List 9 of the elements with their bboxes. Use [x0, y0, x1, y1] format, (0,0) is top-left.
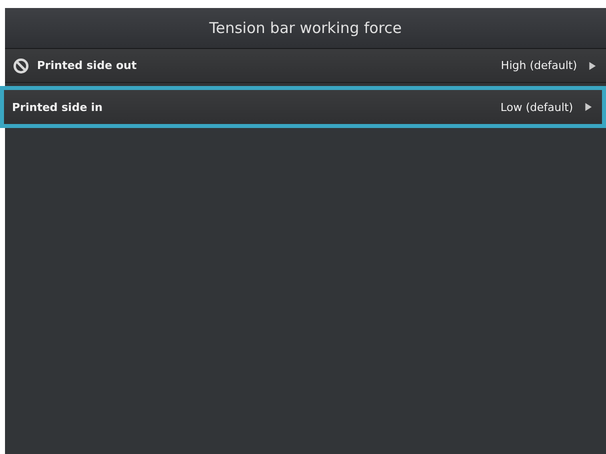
- window-title: Tension bar working force: [209, 19, 402, 37]
- option-row[interactable]: Printed side out High (default): [5, 49, 606, 83]
- option-label: Printed side out: [37, 59, 138, 72]
- arrow-right-icon: [585, 103, 592, 111]
- option-value: High (default): [500, 59, 577, 72]
- option-row[interactable]: Printed side in Low (default): [0, 86, 606, 128]
- option-value: Low (default): [500, 100, 573, 114]
- arrow-right-icon: [589, 62, 596, 70]
- option-label: Printed side in: [12, 100, 104, 114]
